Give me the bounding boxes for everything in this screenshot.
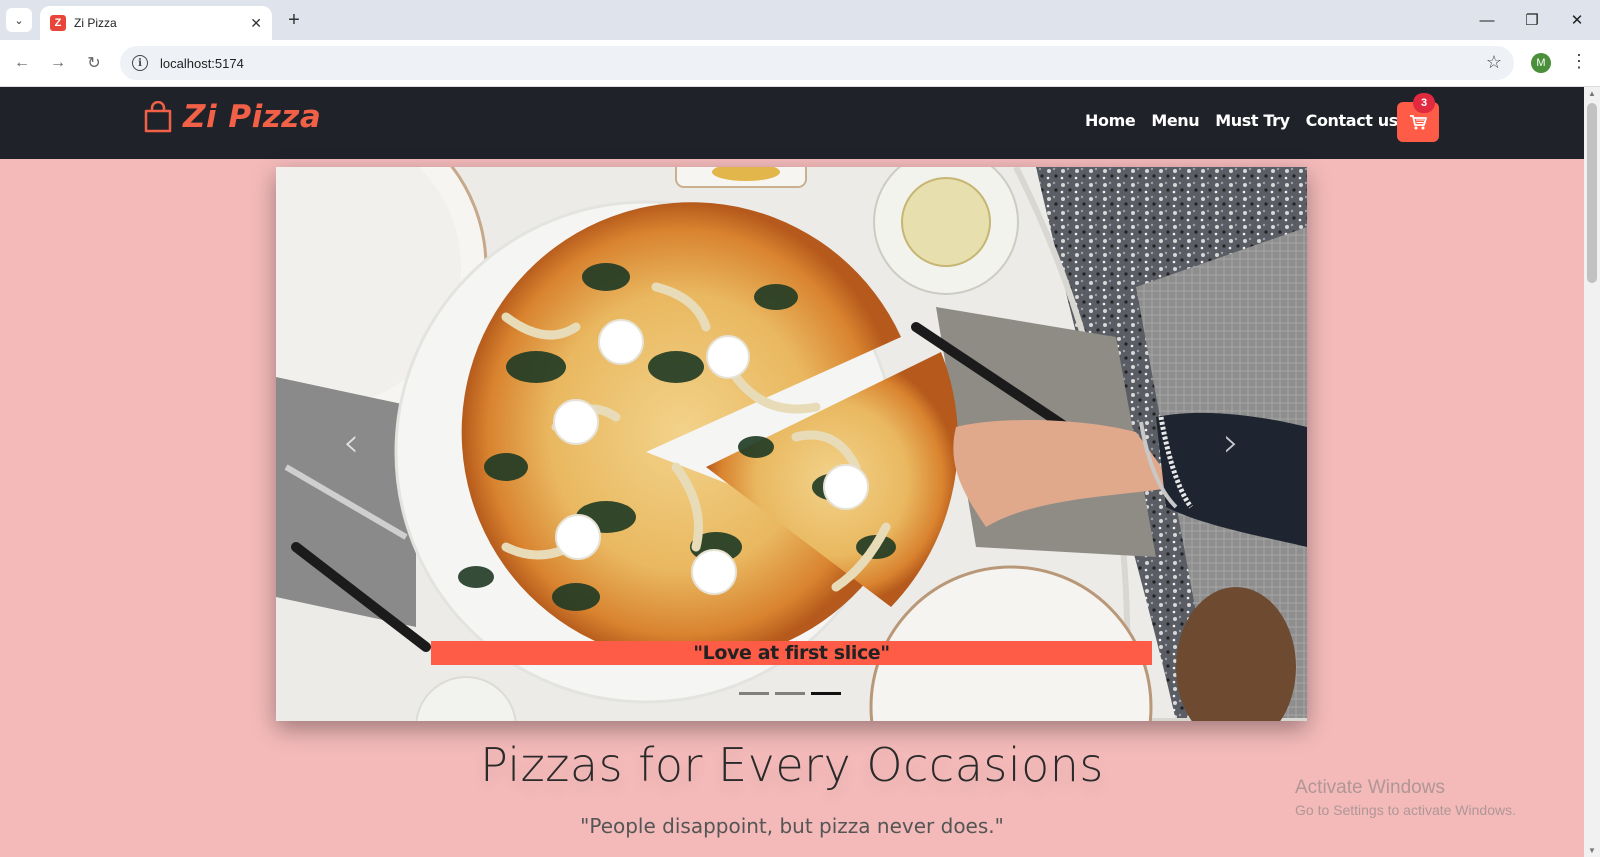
- site-navbar: Zi Pizza Home Menu Must Try Contact us 3: [0, 87, 1584, 159]
- scroll-up-arrow-icon[interactable]: ▲: [1588, 89, 1596, 98]
- nav-links: Home Menu Must Try Contact us: [1085, 111, 1398, 130]
- carousel-indicator-3[interactable]: [811, 692, 841, 695]
- activation-watermark-title: Activate Windows: [1295, 777, 1445, 798]
- page-scrollbar[interactable]: ▲ ▼: [1584, 87, 1600, 857]
- carousel-indicators: [739, 692, 841, 695]
- nav-contact-us[interactable]: Contact us: [1306, 111, 1399, 130]
- restore-button[interactable]: ❐: [1517, 8, 1547, 32]
- cart-count-badge: 3: [1413, 93, 1435, 113]
- bookmark-star-icon[interactable]: ☆: [1486, 52, 1502, 73]
- favicon-icon: Z: [50, 15, 66, 31]
- tab-search-button[interactable]: ⌄: [6, 8, 32, 32]
- close-window-button[interactable]: ✕: [1562, 8, 1592, 32]
- carousel-prev-button[interactable]: ‹: [336, 420, 366, 466]
- forward-button[interactable]: →: [46, 51, 70, 75]
- back-button[interactable]: ←: [10, 51, 34, 75]
- pizza-photo: [276, 167, 1307, 721]
- nav-menu[interactable]: Menu: [1151, 111, 1199, 130]
- brand-name: Zi Pizza: [183, 99, 322, 135]
- browser-menu-icon[interactable]: ⋮: [1570, 51, 1588, 72]
- tab-close-icon[interactable]: ✕: [250, 15, 262, 32]
- minimize-button[interactable]: —: [1472, 8, 1502, 32]
- carousel-next-button[interactable]: ›: [1216, 420, 1246, 466]
- reload-button[interactable]: ↻: [82, 51, 106, 75]
- site-info-icon[interactable]: i: [132, 55, 148, 71]
- hero-carousel: ‹ › "Love at first slice": [276, 167, 1307, 721]
- new-tab-button[interactable]: +: [282, 8, 306, 32]
- browser-toolbar: ← → ↻ i localhost:5174 ☆ M ⋮: [0, 40, 1600, 87]
- nav-must-try[interactable]: Must Try: [1215, 111, 1290, 130]
- carousel-indicator-2[interactable]: [775, 692, 805, 695]
- carousel-indicator-1[interactable]: [739, 692, 769, 695]
- scroll-down-arrow-icon[interactable]: ▼: [1588, 846, 1596, 855]
- cart-icon: [1410, 115, 1427, 130]
- scroll-thumb[interactable]: [1587, 103, 1597, 283]
- profile-avatar[interactable]: M: [1531, 53, 1551, 73]
- url-text: localhost:5174: [160, 55, 244, 71]
- browser-tab-bar: ⌄ Z Zi Pizza ✕ + — ❐ ✕: [0, 0, 1600, 40]
- tab-title: Zi Pizza: [74, 16, 117, 30]
- activation-watermark-subtitle: Go to Settings to activate Windows.: [1295, 802, 1516, 818]
- shopping-bag-icon: [144, 101, 172, 133]
- address-bar[interactable]: i localhost:5174 ☆: [120, 46, 1514, 80]
- brand-logo[interactable]: Zi Pizza: [143, 99, 321, 135]
- slide-caption: "Love at first slice": [431, 641, 1152, 665]
- browser-tab[interactable]: Z Zi Pizza ✕: [40, 6, 272, 40]
- slide-caption-text: "Love at first slice": [693, 642, 890, 664]
- nav-home[interactable]: Home: [1085, 111, 1136, 130]
